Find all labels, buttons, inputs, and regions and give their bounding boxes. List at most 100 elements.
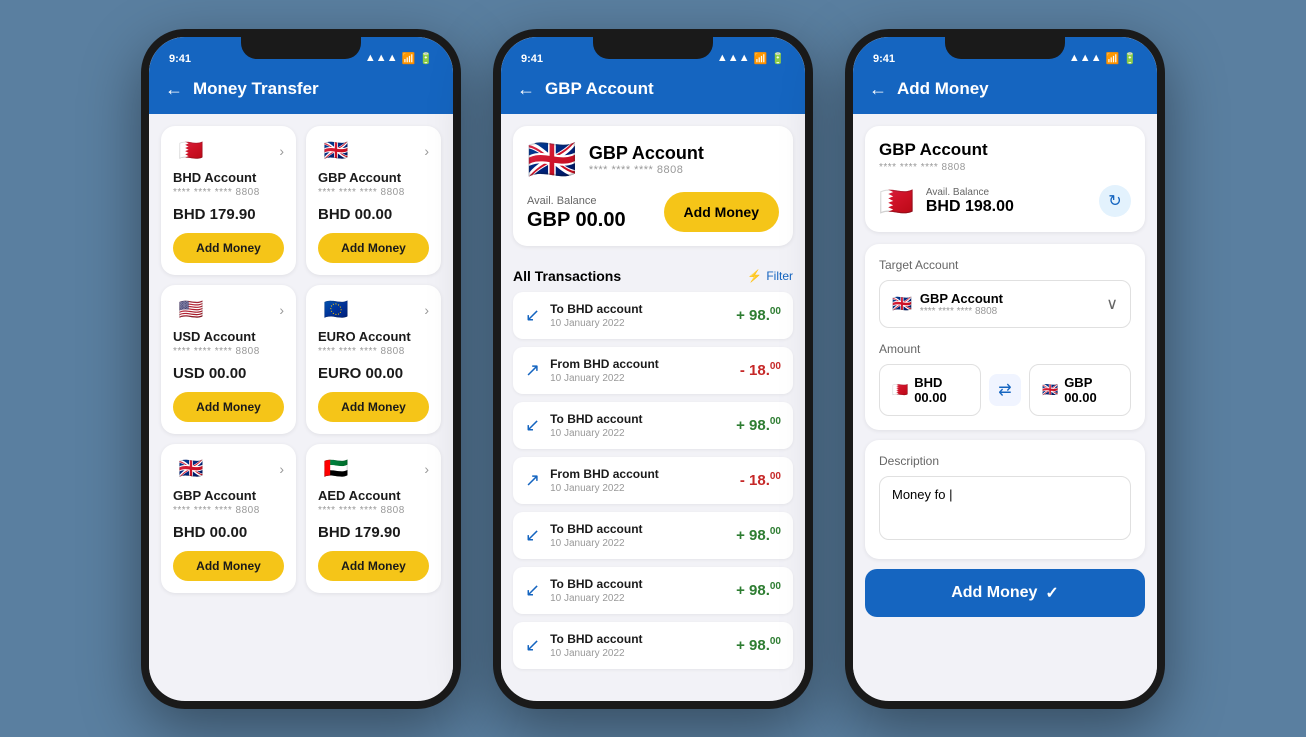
tx-left-3: ↗ From BHD account 10 January 2022 (525, 467, 659, 494)
target-account-number-sm: **** **** **** 8808 (920, 306, 1003, 317)
add-money-btn-5[interactable]: Add Money (318, 551, 429, 581)
phone-3: 9:41 ▲▲▲ 📶 🔋 ← Add Money GBP Account ***… (845, 29, 1165, 709)
description-input[interactable]: Money fo | (879, 476, 1131, 540)
bhd-amount-input[interactable]: 🇧🇭 BHD 00.00 (879, 364, 981, 416)
tx-date-1: 10 January 2022 (550, 373, 659, 384)
account-card-0: 🇧🇭 › BHD Account **** **** **** 8808 BHD… (161, 126, 296, 275)
app-header-1: ← Money Transfer (149, 69, 453, 114)
screen-content-3: GBP Account **** **** **** 8808 🇧🇭 Avail… (853, 114, 1157, 698)
tx-icon-5: ↙ (525, 580, 540, 601)
tx-desc-1: From BHD account (550, 357, 659, 371)
add-money-account-name: GBP Account (879, 140, 1131, 160)
transaction-item-4[interactable]: ↙ To BHD account 10 January 2022 + 98.00 (513, 512, 793, 559)
transaction-item-5[interactable]: ↙ To BHD account 10 January 2022 + 98.00 (513, 567, 793, 614)
tx-amount-2: + 98.00 (736, 416, 781, 434)
transaction-item-0[interactable]: ↙ To BHD account 10 January 2022 + 98.00 (513, 292, 793, 339)
gbp-account-number: **** **** **** 8808 (589, 164, 704, 176)
account-card-1: 🇬🇧 › GBP Account **** **** **** 8808 BHD… (306, 126, 441, 275)
account-chevron-2[interactable]: › (279, 302, 284, 318)
account-name-3: EURO Account (318, 329, 429, 344)
screen-content-1: 🇧🇭 › BHD Account **** **** **** 8808 BHD… (149, 114, 453, 698)
tx-left-1: ↗ From BHD account 10 January 2022 (525, 357, 659, 384)
tx-left-0: ↙ To BHD account 10 January 2022 (525, 302, 643, 329)
gbp-account-info: GBP Account **** **** **** 8808 (589, 143, 704, 176)
refresh-button[interactable]: ↻ (1099, 185, 1131, 217)
account-name-0: BHD Account (173, 170, 284, 185)
account-card-5: 🇦🇪 › AED Account **** **** **** 8808 BHD… (306, 444, 441, 593)
account-flag-0: 🇧🇭 (173, 138, 209, 164)
status-icons-1: ▲▲▲ 📶 🔋 (365, 52, 433, 65)
tx-info-2: To BHD account 10 January 2022 (550, 412, 642, 439)
tx-info-6: To BHD account 10 January 2022 (550, 632, 642, 659)
filter-button[interactable]: ⚡ Filter (747, 269, 793, 283)
add-money-submit-button[interactable]: Add Money ✓ (865, 569, 1145, 617)
back-button-3[interactable]: ← (869, 79, 887, 100)
gbp-amount-value: GBP 00.00 (1064, 375, 1118, 405)
account-chevron-4[interactable]: › (279, 461, 284, 477)
swap-button[interactable]: ⇄ (989, 374, 1021, 406)
gbp-balance-info: Avail. Balance GBP 00.00 (527, 195, 626, 232)
account-card-3: 🇪🇺 › EURO Account **** **** **** 8808 EU… (306, 285, 441, 434)
tx-left-2: ↙ To BHD account 10 January 2022 (525, 412, 643, 439)
wifi-icon-2: 📶 (754, 52, 768, 65)
gbp-flag-icon: 🇬🇧 (527, 140, 577, 180)
wifi-icon-3: 📶 (1106, 52, 1120, 65)
tx-date-2: 10 January 2022 (550, 428, 642, 439)
filter-label: Filter (766, 269, 793, 283)
account-chevron-0[interactable]: › (279, 143, 284, 159)
time-2: 9:41 (521, 53, 543, 65)
add-money-btn-4[interactable]: Add Money (173, 551, 284, 581)
tx-date-6: 10 January 2022 (550, 648, 642, 659)
add-money-top-card: GBP Account **** **** **** 8808 🇧🇭 Avail… (865, 126, 1145, 232)
transaction-item-6[interactable]: ↙ To BHD account 10 January 2022 + 98.00 (513, 622, 793, 669)
target-account-card: Target Account 🇬🇧 GBP Account **** **** … (865, 244, 1145, 430)
tx-left-5: ↙ To BHD account 10 January 2022 (525, 577, 643, 604)
account-number-4: **** **** **** 8808 (173, 505, 284, 516)
amount-section: Amount 🇧🇭 BHD 00.00 ⇄ 🇬🇧 GBP 00.00 (879, 342, 1131, 416)
account-chevron-3[interactable]: › (424, 302, 429, 318)
add-money-btn-1[interactable]: Add Money (318, 233, 429, 263)
account-card-header-5: 🇦🇪 › (318, 456, 429, 482)
account-card-header-1: 🇬🇧 › (318, 138, 429, 164)
transaction-item-2[interactable]: ↙ To BHD account 10 January 2022 + 98.00 (513, 402, 793, 449)
tx-desc-3: From BHD account (550, 467, 659, 481)
back-button-1[interactable]: ← (165, 79, 183, 100)
battery-icon-3: 🔋 (1123, 52, 1137, 65)
account-number-2: **** **** **** 8808 (173, 346, 284, 357)
back-button-2[interactable]: ← (517, 79, 535, 100)
account-flag-1: 🇬🇧 (318, 138, 354, 164)
account-name-4: GBP Account (173, 488, 284, 503)
gbp-account-name: GBP Account (589, 143, 704, 164)
transactions-header: All Transactions ⚡ Filter (513, 258, 793, 292)
target-account-left: 🇬🇧 GBP Account **** **** **** 8808 (892, 291, 1003, 317)
screen-content-2: 🇬🇧 GBP Account **** **** **** 8808 Avail… (501, 114, 805, 698)
tx-desc-2: To BHD account (550, 412, 642, 426)
status-icons-2: ▲▲▲ 📶 🔋 (717, 52, 785, 65)
accounts-grid: 🇧🇭 › BHD Account **** **** **** 8808 BHD… (149, 114, 453, 605)
target-account-select[interactable]: 🇬🇧 GBP Account **** **** **** 8808 ∨ (879, 280, 1131, 328)
account-chevron-1[interactable]: › (424, 143, 429, 159)
tx-amount-5: + 98.00 (736, 581, 781, 599)
add-money-btn-2[interactable]: Add Money (173, 392, 284, 422)
balance-info: Avail. Balance BHD 198.00 (926, 187, 1087, 216)
tx-icon-6: ↙ (525, 635, 540, 656)
gbp-flag-amount: 🇬🇧 (1042, 382, 1058, 398)
account-number-0: **** **** **** 8808 (173, 187, 284, 198)
status-bar-1: 9:41 ▲▲▲ 📶 🔋 (149, 37, 453, 69)
transaction-item-3[interactable]: ↗ From BHD account 10 January 2022 - 18.… (513, 457, 793, 504)
account-chevron-5[interactable]: › (424, 461, 429, 477)
gbp-add-money-button[interactable]: Add Money (664, 192, 779, 232)
page-title-3: Add Money (897, 79, 989, 99)
submit-checkmark-icon: ✓ (1045, 583, 1058, 603)
transaction-item-1[interactable]: ↗ From BHD account 10 January 2022 - 18.… (513, 347, 793, 394)
submit-btn-label: Add Money (951, 584, 1037, 602)
gbp-amount-input[interactable]: 🇬🇧 GBP 00.00 (1029, 364, 1131, 416)
app-header-2: ← GBP Account (501, 69, 805, 114)
bhd-amount-value: BHD 00.00 (914, 375, 968, 405)
target-account-info: GBP Account **** **** **** 8808 (920, 291, 1003, 317)
account-card-4: 🇬🇧 › GBP Account **** **** **** 8808 BHD… (161, 444, 296, 593)
add-money-btn-0[interactable]: Add Money (173, 233, 284, 263)
add-money-btn-3[interactable]: Add Money (318, 392, 429, 422)
time-1: 9:41 (169, 53, 191, 65)
tx-icon-2: ↙ (525, 415, 540, 436)
